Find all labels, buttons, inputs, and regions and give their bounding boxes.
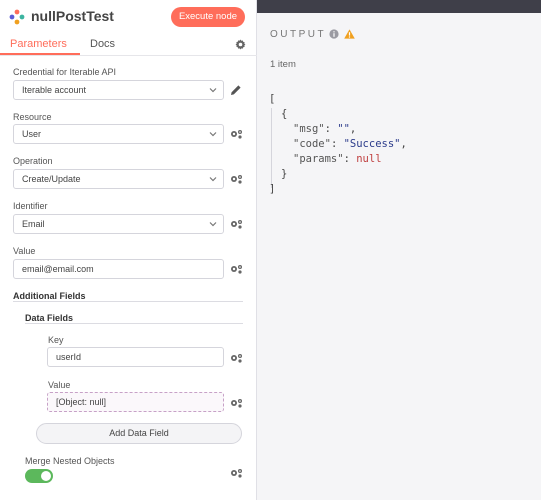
operation-select[interactable]: Create/Update <box>13 169 224 189</box>
resource-select[interactable]: User <box>13 124 224 144</box>
output-title: OUTPUT <box>270 29 327 40</box>
identifier-label: Identifier <box>13 201 48 211</box>
resource-value: User <box>22 129 42 139</box>
parameter-options-icon[interactable] <box>230 219 243 229</box>
json-line: "code": "Success", <box>269 137 407 152</box>
json-line: } <box>269 167 407 182</box>
operation-label: Operation <box>13 156 53 166</box>
json-brace: { <box>281 108 288 120</box>
data-fields-title: Data Fields <box>25 313 74 323</box>
identifier-select[interactable]: Email <box>13 214 224 234</box>
chevron-down-icon <box>209 132 217 137</box>
json-output[interactable]: [ { "msg": "", "code": "Success", "param… <box>269 92 407 197</box>
parameter-options-icon[interactable] <box>230 353 243 363</box>
json-line: { <box>269 107 407 122</box>
json-sep: : <box>343 153 357 165</box>
json-line: ] <box>269 182 407 197</box>
additional-fields-title: Additional Fields <box>13 291 86 301</box>
identifier-value: Email <box>22 219 45 229</box>
value-label: Value <box>13 246 36 256</box>
parameters-panel: nullPostTest Execute node Parameters Doc… <box>0 0 257 500</box>
json-comma: , <box>400 138 407 150</box>
info-icon[interactable] <box>329 29 339 39</box>
chevron-down-icon <box>209 222 217 227</box>
output-topbar <box>257 0 541 13</box>
operation-value: Create/Update <box>22 174 81 184</box>
node-logo-icon <box>9 9 25 25</box>
credential-value: Iterable account <box>22 85 87 95</box>
json-bracket: [ <box>269 93 276 105</box>
parameter-options-icon[interactable] <box>230 129 243 139</box>
credential-select[interactable]: Iterable account <box>13 80 224 100</box>
data-value-input[interactable]: [Object: null] <box>47 392 224 412</box>
json-sep: : <box>324 123 338 135</box>
value-input[interactable]: email@email.com <box>13 259 224 279</box>
json-key: "params" <box>293 153 344 165</box>
parameter-options-icon[interactable] <box>230 398 243 408</box>
data-fields-divider <box>25 323 243 324</box>
add-data-field-button[interactable]: Add Data Field <box>36 423 242 444</box>
credential-label: Credential for Iterable API <box>13 67 117 77</box>
toggle-knob <box>41 471 51 481</box>
merge-nested-label: Merge Nested Objects <box>25 456 115 466</box>
node-header: nullPostTest Execute node <box>0 0 257 34</box>
json-brace: } <box>281 168 288 180</box>
key-input[interactable]: userId <box>47 347 224 367</box>
parameter-options-icon[interactable] <box>230 264 243 274</box>
json-sep: : <box>330 138 344 150</box>
execute-node-button[interactable]: Execute node <box>171 7 245 27</box>
json-string-value: "" <box>337 123 350 135</box>
settings-icon[interactable] <box>235 39 246 50</box>
json-line: "msg": "", <box>269 122 407 137</box>
json-comma: , <box>349 123 357 135</box>
node-title[interactable]: nullPostTest <box>31 8 114 24</box>
tab-docs[interactable]: Docs <box>90 38 115 50</box>
resource-label: Resource <box>13 112 52 122</box>
parameter-options-icon[interactable] <box>230 468 243 478</box>
data-value-label: Value <box>48 380 71 390</box>
json-line: "params": null <box>269 152 407 167</box>
chevron-down-icon <box>209 88 217 93</box>
items-count: 1 item <box>270 59 296 70</box>
json-line: [ <box>269 92 407 107</box>
merge-nested-toggle[interactable] <box>25 469 53 483</box>
key-label: Key <box>48 335 64 345</box>
json-key: "code" <box>293 138 331 150</box>
tab-parameters[interactable]: Parameters <box>10 38 67 50</box>
pencil-icon[interactable] <box>230 84 242 96</box>
tab-divider <box>0 55 257 56</box>
parameter-options-icon[interactable] <box>230 174 243 184</box>
output-panel: OUTPUT 1 item [ { "msg": "", "code": "Su… <box>257 0 541 500</box>
json-string-value: "Success" <box>343 138 401 150</box>
json-null-value: null <box>356 153 382 165</box>
warning-icon[interactable] <box>344 29 355 39</box>
chevron-down-icon <box>209 177 217 182</box>
json-bracket: ] <box>269 183 276 195</box>
json-key: "msg" <box>293 123 325 135</box>
additional-fields-divider <box>13 301 243 302</box>
